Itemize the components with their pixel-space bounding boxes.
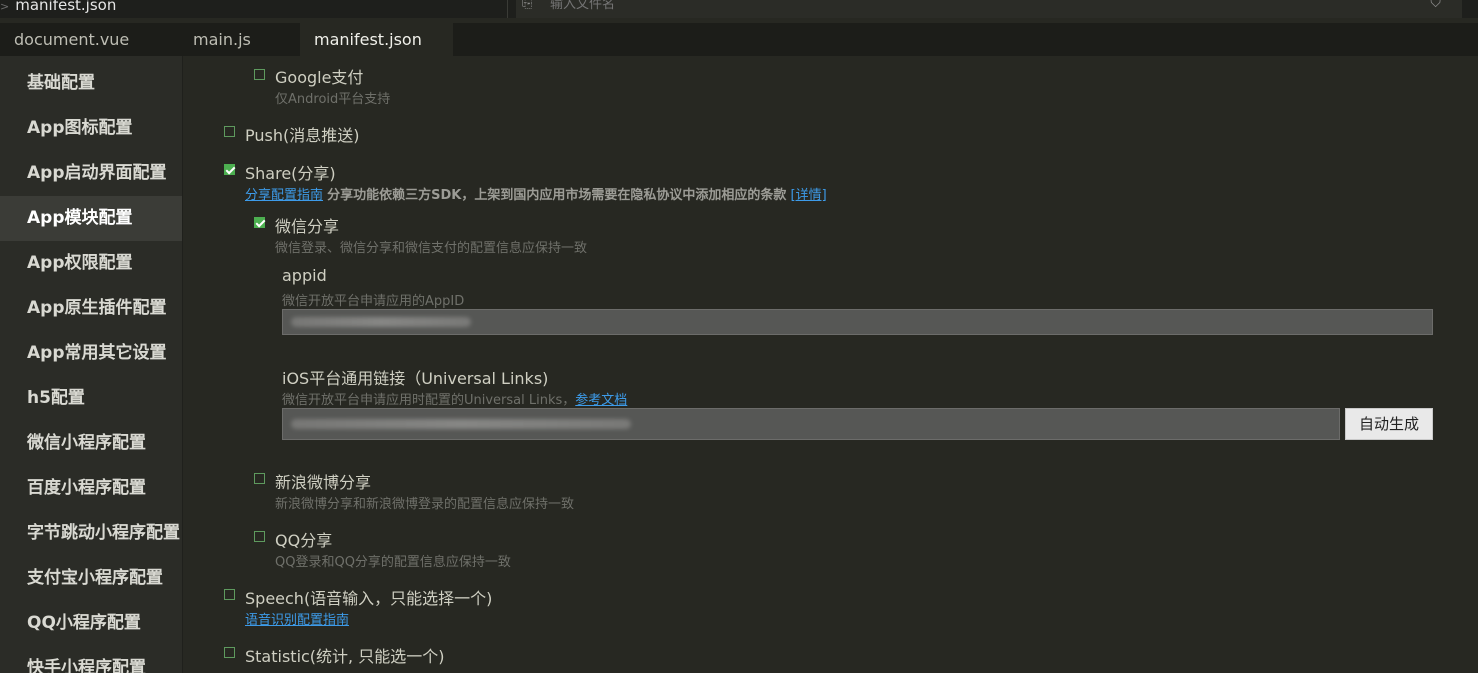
sidebar-item-label: App原生插件配置 [27,298,167,318]
filter-funnel-icon[interactable]: ⛉ [1430,0,1441,11]
weixin-share-checkbox[interactable] [254,217,265,228]
tab-document-vue[interactable]: document.vue [0,23,154,56]
divider [507,0,508,18]
sidebar-item-app-splash[interactable]: App启动界面配置 [0,151,182,196]
speech-guide-link[interactable]: 语音识别配置指南 [245,613,349,628]
statistic-label: Statistic(统计, 只能选一个) [245,647,445,666]
sidebar-item-basic[interactable]: 基础配置 [0,61,182,106]
universal-links-label: iOS平台通用链接（Universal Links) [282,369,549,388]
google-pay-desc: 仅Android平台支持 [275,92,391,107]
sidebar-item-label: App图标配置 [27,118,133,138]
sidebar-item-app-other-settings[interactable]: App常用其它设置 [0,331,182,376]
share-details-link[interactable]: [详情] [791,188,827,203]
tab-label: document.vue [14,30,130,49]
tab-main-js[interactable]: main.js [154,23,300,56]
sidebar-item-alipay-mp[interactable]: 支付宝小程序配置 [0,556,182,601]
file-search-icon: ⎘ [522,0,533,11]
push-checkbox[interactable] [224,126,235,137]
appid-input[interactable] [282,309,1433,335]
qq-share-label: QQ分享 [275,531,333,550]
sidebar-item-app-modules[interactable]: App模块配置 [0,196,182,241]
sidebar-item-qq-mp[interactable]: QQ小程序配置 [0,601,182,646]
share-guide-link[interactable]: 分享配置指南 [245,188,323,203]
sidebar-item-label: 快手小程序配置 [27,658,146,673]
appid-label: appid [282,266,327,285]
sidebar-item-label: App模块配置 [27,208,133,228]
sina-share-desc: 新浪微博分享和新浪微博登录的配置信息应保持一致 [275,497,575,512]
google-pay-label: Google支付 [275,68,364,87]
push-label: Push(消息推送) [245,126,360,145]
sina-share-label: 新浪微博分享 [275,473,372,492]
universal-links-desc-line: 微信开放平台申请应用时配置的Universal Links，参考文档 [282,389,627,408]
sidebar-item-label: h5配置 [27,388,85,408]
tab-label: manifest.json [314,30,422,49]
sidebar-item-label: QQ小程序配置 [27,613,141,633]
module-config-panel: Google支付 仅Android平台支持 Push(消息推送) Share(分… [183,56,1478,673]
breadcrumb[interactable]: > manifest.json [0,0,116,18]
sidebar-item-h5[interactable]: h5配置 [0,376,182,421]
universal-links-input[interactable] [282,408,1340,440]
universal-links-ref-link[interactable]: 参考文档 [575,393,627,408]
sidebar-item-label: App启动界面配置 [27,163,167,183]
google-pay-checkbox[interactable] [254,69,265,80]
speech-label: Speech(语音输入，只能选择一个) [245,589,493,608]
share-notice: 分享功能依赖三方SDK，上架到国内应用市场需要在隐私协议中添加相应的条款 [327,188,787,203]
breadcrumb-file: manifest.json [15,0,117,14]
sidebar-item-label: 字节跳动小程序配置 [27,523,180,543]
weixin-share-desc: 微信登录、微信分享和微信支付的配置信息应保持一致 [275,241,588,256]
sidebar-item-label: 百度小程序配置 [27,478,146,498]
speech-guide-line: 语音识别配置指南 [245,609,349,628]
config-sidebar: 基础配置 App图标配置 App启动界面配置 App模块配置 App权限配置 A… [0,56,183,673]
top-bar: > manifest.json ⎘ ⛉ [0,0,1478,18]
sidebar-item-baidu-mp[interactable]: 百度小程序配置 [0,466,182,511]
speech-checkbox[interactable] [224,589,235,600]
sidebar-item-label: App权限配置 [27,253,133,273]
sidebar-item-toutiao-mp[interactable]: 字节跳动小程序配置 [0,511,182,556]
sidebar-item-label: 支付宝小程序配置 [27,568,163,588]
tab-label: main.js [193,30,251,49]
sidebar-item-app-permissions[interactable]: App权限配置 [0,241,182,286]
share-label: Share(分享) [245,164,336,183]
sidebar-item-label: 基础配置 [27,73,95,93]
weixin-share-label: 微信分享 [275,217,340,236]
sidebar-item-app-native-plugins[interactable]: App原生插件配置 [0,286,182,331]
appid-desc: 微信开放平台申请应用的AppID [282,294,465,309]
editor-tab-bar: document.vue main.js manifest.json [0,23,1478,56]
sidebar-item-weixin-mp[interactable]: 微信小程序配置 [0,421,182,466]
share-notice-line: 分享配置指南 分享功能依赖三方SDK，上架到国内应用市场需要在隐私协议中添加相应… [245,184,827,203]
redacted-value [291,317,471,327]
auto-generate-button[interactable]: 自动生成 [1345,408,1433,440]
sina-share-checkbox[interactable] [254,473,265,484]
redacted-value [291,419,631,429]
sidebar-item-kuaishou-mp[interactable]: 快手小程序配置 [0,646,182,673]
file-filter-input[interactable] [550,0,1350,14]
share-checkbox[interactable] [224,164,235,175]
universal-links-desc: 微信开放平台申请应用时配置的Universal Links， [282,393,576,408]
statistic-checkbox[interactable] [224,647,235,658]
sidebar-item-label: 微信小程序配置 [27,433,146,453]
sidebar-item-label: App常用其它设置 [27,343,167,363]
sidebar-item-app-icon[interactable]: App图标配置 [0,106,182,151]
chevron-right-icon: > [0,0,10,13]
qq-share-desc: QQ登录和QQ分享的配置信息应保持一致 [275,555,511,570]
tab-manifest-json[interactable]: manifest.json [300,23,453,56]
qq-share-checkbox[interactable] [254,531,265,542]
